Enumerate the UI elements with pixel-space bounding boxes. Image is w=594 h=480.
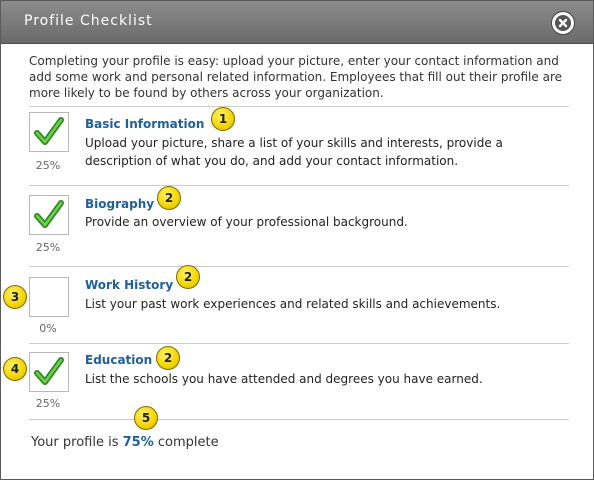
item-title-link[interactable]: Biography <box>85 197 154 211</box>
item-description: List your past work experiences and rela… <box>85 297 501 311</box>
item-percent: 25% <box>35 397 61 410</box>
dialog-title: Profile Checklist <box>24 13 153 29</box>
checklist-item-education: 25% Education List the schools you have … <box>1 344 593 419</box>
close-icon <box>555 15 571 31</box>
completion-prefix: Your profile is <box>31 435 119 450</box>
callout-badge: 2 <box>176 265 200 289</box>
callout-badge: 5 <box>134 406 158 430</box>
item-description: List the schools you have attended and d… <box>85 372 483 386</box>
item-title-link[interactable]: Education <box>85 353 152 367</box>
item-description: Provide an overview of your professional… <box>85 215 408 229</box>
checkbox-biography <box>29 195 69 235</box>
callout-badge: 3 <box>3 285 27 309</box>
profile-completion-summary: Your profile is 75% complete <box>31 435 219 450</box>
profile-checklist-dialog: Profile Checklist Completing your profil… <box>0 0 594 480</box>
completion-suffix: complete <box>157 435 219 450</box>
checkmark-icon <box>34 357 64 385</box>
checkbox-education <box>29 352 69 392</box>
dialog-titlebar: Profile Checklist <box>1 1 593 44</box>
close-button[interactable] <box>552 12 574 34</box>
item-percent: 0% <box>39 322 57 335</box>
item-title-link[interactable]: Basic Information <box>85 117 204 131</box>
dialog-content: Completing your profile is easy: upload … <box>1 44 593 479</box>
item-percent: 25% <box>35 241 61 254</box>
checkbox-work-history <box>29 277 69 317</box>
callout-badge: 2 <box>156 346 180 370</box>
callout-badge: 4 <box>3 357 27 381</box>
checklist-item-biography: 25% Biography Provide an overview of you… <box>1 186 593 266</box>
intro-text: Completing your profile is easy: upload … <box>29 54 562 100</box>
checkbox-basic-information <box>29 112 69 152</box>
completion-percent: 75% <box>122 435 154 450</box>
item-title-link[interactable]: Work History <box>85 278 173 292</box>
callout-badge: 1 <box>211 107 235 131</box>
checkmark-icon <box>34 117 64 145</box>
callout-badge: 2 <box>157 186 181 210</box>
item-percent: 25% <box>35 159 61 172</box>
checklist-item-basic-information: 25% Basic Information Upload your pictur… <box>1 107 593 185</box>
divider <box>29 419 569 420</box>
item-description: Upload your picture, share a list of you… <box>85 136 503 168</box>
checklist-item-work-history: 0% Work History List your past work expe… <box>1 265 593 343</box>
checkmark-icon <box>34 200 64 228</box>
